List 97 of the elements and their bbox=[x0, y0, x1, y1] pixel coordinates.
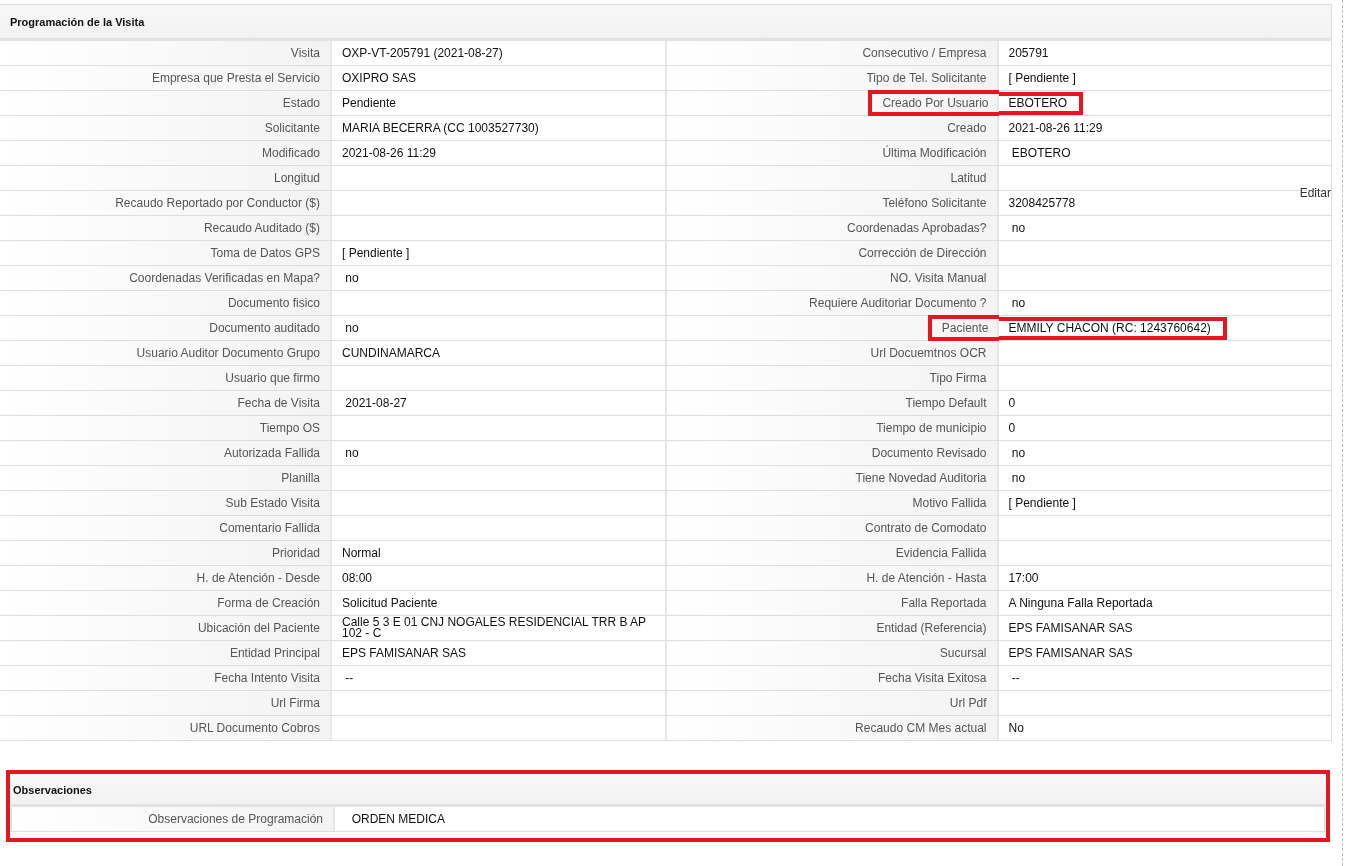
field-label: Toma de Datos GPS bbox=[210, 246, 320, 260]
field-label: Tipo Firma bbox=[929, 371, 987, 385]
field-label: Documento Revisado bbox=[871, 446, 987, 460]
field-value: EPS FAMISANAR SAS bbox=[1008, 622, 1133, 634]
field-label: Recaudo Reportado por Conductor ($) bbox=[115, 196, 320, 210]
field-value: EBOTERO bbox=[998, 91, 1084, 115]
field-value: EPS FAMISANAR SAS bbox=[342, 647, 467, 659]
field-label: URL Documento Cobros bbox=[189, 721, 320, 735]
field-value: [ Pendiente ] bbox=[342, 247, 410, 259]
field-label: Requiere Auditoriar Documento ? bbox=[809, 296, 987, 310]
field-label: Forma de Creación bbox=[217, 596, 320, 610]
field-label: Usuario que firmo bbox=[225, 371, 320, 385]
field-value: 0 bbox=[1008, 422, 1016, 434]
field-value: -- bbox=[344, 672, 354, 684]
field-label: Longitud bbox=[273, 171, 320, 185]
field-value: no bbox=[1010, 447, 1026, 459]
field-value: OXIPRO SAS bbox=[342, 72, 417, 84]
field-value: 0 bbox=[1008, 397, 1016, 409]
field-label: Estado bbox=[282, 96, 320, 110]
field-value: 17:00 bbox=[1008, 572, 1039, 584]
field-label: Autorizada Fallida bbox=[223, 446, 320, 460]
field-label: Fecha Intento Visita bbox=[214, 671, 320, 685]
field-value: no bbox=[1010, 472, 1026, 484]
field-value: no bbox=[1010, 222, 1026, 234]
field-value: ORDEN MEDICA bbox=[350, 813, 445, 825]
field-value: Calle 5 3 E 01 CNJ NOGALES RESIDENCIAL TRR B AP 102 - C bbox=[342, 617, 647, 639]
field-value: no bbox=[344, 272, 359, 284]
field-label: Entidad (Referencia) bbox=[876, 621, 987, 635]
field-value: EBOTERO bbox=[1010, 147, 1071, 159]
field-label: Empresa que Presta el Servicio bbox=[151, 71, 320, 85]
field-label: Url Firma bbox=[270, 696, 320, 710]
field-label: Observaciones de Programación bbox=[148, 812, 323, 826]
field-label: Url Docuemtnos OCR bbox=[870, 346, 987, 360]
field-value: EPS FAMISANAR SAS bbox=[1008, 647, 1133, 659]
field-label: Recaudo CM Mes actual bbox=[855, 721, 987, 735]
field-value: OXP-VT-205791 (2021-08-27) bbox=[342, 47, 503, 59]
field-label: Prioridad bbox=[271, 546, 320, 560]
field-label: Visita bbox=[290, 46, 320, 60]
field-value: Solicitud Paciente bbox=[342, 597, 438, 609]
field-label: Latitud bbox=[950, 171, 987, 185]
field-value: No bbox=[1008, 722, 1024, 734]
field-label: Planilla bbox=[281, 471, 320, 485]
field-value: no bbox=[1010, 297, 1026, 309]
field-value: EMMILY CHACON (RC: 1243760642) bbox=[998, 316, 1227, 340]
field-label: Teléfono Solicitante bbox=[882, 196, 987, 210]
field-label: Fecha Visita Exitosa bbox=[878, 671, 987, 685]
field-label: Tiene Novedad Auditoria bbox=[855, 471, 987, 485]
field-value: 2021-08-26 11:29 bbox=[342, 147, 436, 159]
field-label: Ubicación del Paciente bbox=[197, 621, 320, 635]
field-value: [ Pendiente ] bbox=[1008, 72, 1076, 84]
field-value: -- bbox=[1010, 672, 1020, 684]
field-label: Última Modificación bbox=[882, 146, 987, 160]
field-value: 08:00 bbox=[342, 572, 373, 584]
field-label: Usuario Auditor Documento Grupo bbox=[136, 346, 320, 360]
field-label: Documento auditado bbox=[209, 321, 320, 335]
field-value: Pendiente bbox=[342, 97, 397, 109]
section-title: Programación de la Visita bbox=[10, 15, 145, 28]
field-label: Coordenadas Aprobadas? bbox=[847, 221, 987, 235]
field-label: Modificado bbox=[261, 146, 320, 160]
field-label: Creado Por Usuario bbox=[868, 90, 999, 116]
field-label: H. de Atención - Hasta bbox=[866, 571, 987, 585]
section-title: Observaciones bbox=[13, 783, 92, 796]
field-label: H. de Atención - Desde bbox=[196, 571, 320, 585]
field-label: Tiempo Default bbox=[905, 396, 987, 410]
field-value: A Ninguna Falla Reportada bbox=[1008, 597, 1153, 609]
field-label: Tiempo de municipio bbox=[876, 421, 987, 435]
field-label: Sucursal bbox=[939, 646, 987, 660]
field-label: NO. Visita Manual bbox=[890, 271, 987, 285]
field-label: Tiempo OS bbox=[259, 421, 320, 435]
field-value: [ Pendiente ] bbox=[1008, 497, 1076, 509]
field-value: no bbox=[344, 322, 359, 334]
field-value: 205791 bbox=[1008, 47, 1049, 59]
field-label: Motivo Fallida bbox=[912, 496, 987, 510]
field-value: 2021-08-27 bbox=[344, 397, 407, 409]
field-label: Tipo de Tel. Solicitante bbox=[866, 71, 987, 85]
field-label: Recaudo Auditado ($) bbox=[203, 221, 320, 235]
field-value: CUNDINAMARCA bbox=[342, 347, 440, 359]
field-label: Fecha de Visita bbox=[237, 396, 320, 410]
field-label: Url Pdf bbox=[949, 696, 987, 710]
field-label: Corrección de Dirección bbox=[858, 246, 987, 260]
field-label: Evidencia Fallida bbox=[895, 546, 987, 560]
field-label: Falla Reportada bbox=[901, 596, 987, 610]
field-label: Coordenadas Verificadas en Mapa? bbox=[129, 271, 320, 285]
edit-link[interactable]: Editar bbox=[1299, 188, 1331, 199]
field-label: Comentario Fallida bbox=[219, 521, 320, 535]
field-value: no bbox=[344, 447, 359, 459]
field-label: Sub Estado Visita bbox=[225, 496, 320, 510]
field-label: Contrato de Comodato bbox=[865, 521, 987, 535]
field-value: Normal bbox=[342, 547, 381, 559]
field-label: Creado bbox=[947, 121, 987, 135]
field-label: Solicitante bbox=[264, 121, 320, 135]
field-value: 2021-08-26 11:29 bbox=[1008, 122, 1103, 134]
field-value: 3208425778 bbox=[1008, 197, 1076, 209]
field-value: MARIA BECERRA (CC 1003527730) bbox=[342, 122, 539, 134]
field-label: Documento fisico bbox=[227, 296, 320, 310]
field-label: Entidad Principal bbox=[229, 646, 320, 660]
field-label: Consecutivo / Empresa bbox=[862, 46, 987, 60]
